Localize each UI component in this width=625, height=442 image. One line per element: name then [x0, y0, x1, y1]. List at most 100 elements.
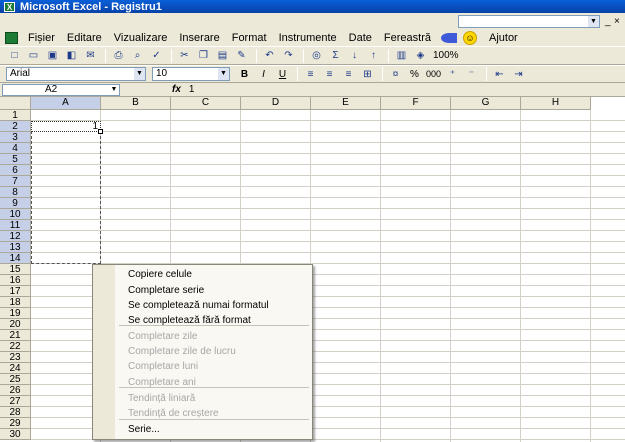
- column-header-h[interactable]: H: [521, 97, 591, 110]
- sort-descending-icon[interactable]: ↑: [365, 48, 382, 63]
- currency-icon[interactable]: ¤: [387, 67, 404, 82]
- permission-icon[interactable]: ◧: [63, 48, 80, 63]
- row-header-12[interactable]: 12: [0, 231, 31, 242]
- menu-tools[interactable]: Instrumente: [273, 32, 343, 44]
- align-left-icon[interactable]: ≡: [302, 67, 319, 82]
- row-header-7[interactable]: 7: [0, 176, 31, 187]
- column-header-a[interactable]: A: [31, 97, 101, 110]
- name-box[interactable]: A2 ▼: [2, 83, 120, 96]
- paste-icon[interactable]: ▤: [214, 48, 231, 63]
- row-header-16[interactable]: 16: [0, 275, 31, 286]
- decrease-indent-icon[interactable]: ⇤: [491, 67, 508, 82]
- italic-button[interactable]: I: [255, 67, 272, 82]
- menu-data[interactable]: Date: [343, 32, 378, 44]
- decrease-decimal-icon[interactable]: ⁻: [463, 67, 480, 82]
- spelling-icon[interactable]: ✓: [148, 48, 165, 63]
- row-header-29[interactable]: 29: [0, 418, 31, 429]
- column-header-d[interactable]: D: [241, 97, 311, 110]
- menu-item-se-completeaz-numai-formatul[interactable]: Se completează numai formatul: [115, 298, 311, 313]
- undo-icon[interactable]: ↶: [261, 48, 278, 63]
- smiley-icon[interactable]: ☺: [462, 31, 477, 45]
- row-header-10[interactable]: 10: [0, 209, 31, 220]
- font-combo[interactable]: Arial ▼: [6, 67, 146, 81]
- menu-item-completare-serie[interactable]: Completare serie: [115, 283, 311, 298]
- workbook-icon[interactable]: [5, 32, 18, 44]
- redo-icon[interactable]: ↷: [280, 48, 297, 63]
- menu-item-copiere-celule[interactable]: Copiere celule: [115, 267, 311, 282]
- increase-decimal-icon[interactable]: ⁺: [444, 67, 461, 82]
- email-icon[interactable]: ✉: [82, 48, 99, 63]
- row-header-6[interactable]: 6: [0, 165, 31, 176]
- chevron-down-icon[interactable]: ▼: [134, 68, 145, 80]
- row-header-3[interactable]: 3: [0, 132, 31, 143]
- row-header-21[interactable]: 21: [0, 330, 31, 341]
- menu-help[interactable]: Ajutor: [483, 32, 524, 44]
- column-header-c[interactable]: C: [171, 97, 241, 110]
- row-header-5[interactable]: 5: [0, 154, 31, 165]
- row-header-23[interactable]: 23: [0, 352, 31, 363]
- increase-indent-icon[interactable]: ⇥: [510, 67, 527, 82]
- column-header-e[interactable]: E: [311, 97, 381, 110]
- chevron-down-icon[interactable]: ▼: [218, 68, 229, 80]
- row-header-9[interactable]: 9: [0, 198, 31, 209]
- font-size-combo[interactable]: 10 ▼: [152, 67, 230, 81]
- percent-button[interactable]: %: [406, 67, 423, 82]
- row-header-1[interactable]: 1: [0, 110, 31, 121]
- fill-handle[interactable]: [98, 129, 103, 134]
- formula-input[interactable]: 1: [189, 84, 195, 95]
- row-header-15[interactable]: 15: [0, 264, 31, 275]
- chart-wizard-icon[interactable]: ▥: [393, 48, 410, 63]
- column-header-f[interactable]: F: [381, 97, 451, 110]
- column-header-b[interactable]: B: [101, 97, 171, 110]
- menu-item-serie[interactable]: Serie...: [115, 422, 311, 437]
- menu-edit[interactable]: Editare: [61, 32, 108, 44]
- merge-center-icon[interactable]: ⊞: [359, 67, 376, 82]
- sort-ascending-icon[interactable]: ↓: [346, 48, 363, 63]
- thousands-button[interactable]: 000: [425, 67, 442, 82]
- row-header-30[interactable]: 30: [0, 429, 31, 440]
- bold-button[interactable]: B: [236, 67, 253, 82]
- row-header-2[interactable]: 2: [0, 121, 31, 132]
- align-right-icon[interactable]: ≡: [340, 67, 357, 82]
- format-painter-icon[interactable]: ✎: [233, 48, 250, 63]
- row-header-20[interactable]: 20: [0, 319, 31, 330]
- print-preview-icon[interactable]: ⌕: [129, 48, 146, 63]
- menu-file[interactable]: Fișier: [22, 32, 61, 44]
- menu-window[interactable]: Fereastră: [378, 32, 437, 44]
- save-icon[interactable]: ▣: [44, 48, 61, 63]
- row-header-28[interactable]: 28: [0, 407, 31, 418]
- print-icon[interactable]: ⎙: [110, 48, 127, 63]
- row-header-13[interactable]: 13: [0, 242, 31, 253]
- menu-view[interactable]: Vizualizare: [108, 32, 174, 44]
- row-header-11[interactable]: 11: [0, 220, 31, 231]
- copy-icon[interactable]: ❐: [195, 48, 212, 63]
- open-icon[interactable]: ▭: [25, 48, 42, 63]
- row-header-26[interactable]: 26: [0, 385, 31, 396]
- hyperlink-icon[interactable]: ◎: [308, 48, 325, 63]
- row-header-8[interactable]: 8: [0, 187, 31, 198]
- zoom-combo[interactable]: 100%: [431, 50, 459, 61]
- autosum-icon[interactable]: Σ: [327, 48, 344, 63]
- row-header-18[interactable]: 18: [0, 297, 31, 308]
- insert-function-button[interactable]: fx: [172, 84, 181, 95]
- row-header-4[interactable]: 4: [0, 143, 31, 154]
- column-header-g[interactable]: G: [451, 97, 521, 110]
- row-header-22[interactable]: 22: [0, 341, 31, 352]
- chevron-down-icon[interactable]: ▼: [588, 16, 599, 27]
- close-window-button[interactable]: ×: [614, 16, 620, 27]
- menu-format[interactable]: Format: [226, 32, 273, 44]
- selection-range[interactable]: [31, 121, 101, 264]
- row-header-24[interactable]: 24: [0, 363, 31, 374]
- align-center-icon[interactable]: ≡: [321, 67, 338, 82]
- cut-icon[interactable]: ✂: [176, 48, 193, 63]
- minimize-button[interactable]: _: [605, 16, 611, 27]
- drawing-icon[interactable]: ◈: [412, 48, 429, 63]
- new-icon[interactable]: □: [6, 48, 23, 63]
- row-header-27[interactable]: 27: [0, 396, 31, 407]
- row-header-14[interactable]: 14: [0, 253, 31, 264]
- chevron-down-icon[interactable]: ▼: [109, 85, 119, 95]
- select-all-corner[interactable]: [0, 97, 31, 110]
- ask-question-box[interactable]: ▼: [458, 15, 600, 28]
- row-header-19[interactable]: 19: [0, 308, 31, 319]
- menu-insert[interactable]: Inserare: [173, 32, 225, 44]
